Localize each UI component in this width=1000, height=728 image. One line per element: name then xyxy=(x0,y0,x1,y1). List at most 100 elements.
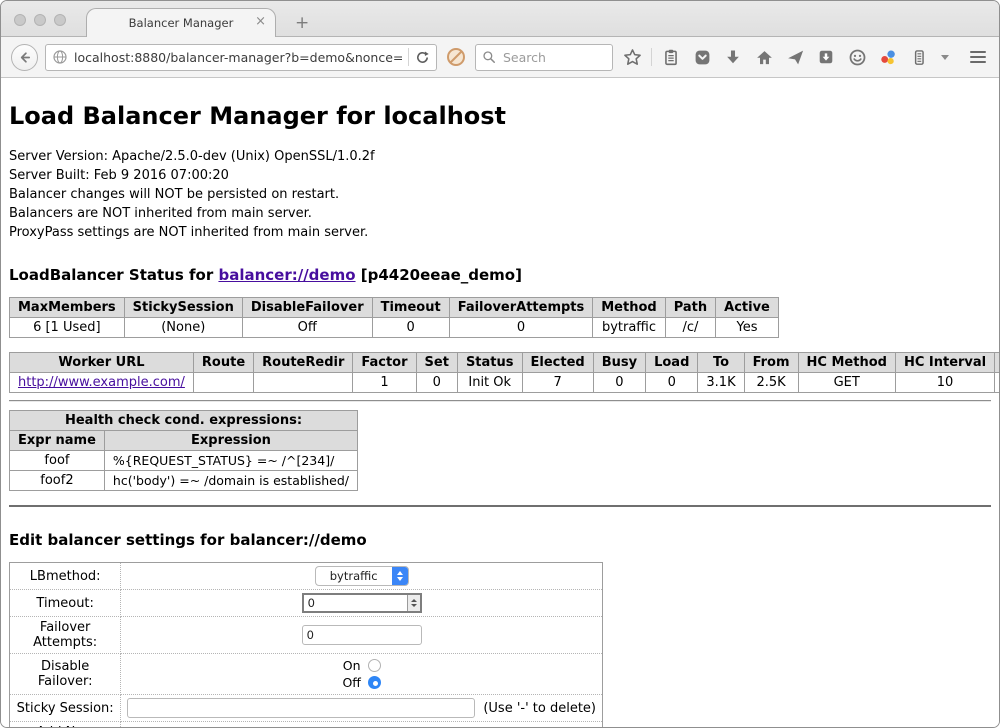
server-info: Server Version: Apache/2.5.0-dev (Unix) … xyxy=(9,147,991,242)
failover-attempts-input[interactable] xyxy=(302,625,422,645)
search-bar[interactable] xyxy=(475,44,613,71)
bookmark-star-icon xyxy=(623,48,642,67)
form-row-disable-failover: Disable Failover: On Off xyxy=(10,654,603,695)
reload-icon[interactable] xyxy=(415,50,430,65)
column-header: StickySession xyxy=(124,298,242,318)
column-header: Path xyxy=(665,298,715,318)
column-header: Busy xyxy=(593,353,645,373)
table-cell: %{REQUEST_STATUS} =~ /^[234]/ xyxy=(104,451,357,471)
radio-off[interactable] xyxy=(368,676,381,689)
column-header: FailoverAttempts xyxy=(449,298,593,318)
lbmethod-select[interactable]: bytraffic xyxy=(315,566,409,586)
table-row: foof2 hc('body') =~ /domain is establish… xyxy=(10,471,358,491)
toolbar-separator xyxy=(651,48,652,66)
battery-status-button[interactable] xyxy=(907,45,931,69)
balancer-status-table: MaxMembers StickySession DisableFailover… xyxy=(9,297,779,338)
failover-attempts-label: Failover Attempts: xyxy=(10,617,121,654)
proxypass-notice-line: ProxyPass settings are NOT inherited fro… xyxy=(9,223,991,242)
content-block-button[interactable] xyxy=(444,45,468,69)
table-row: http://www.example.com/ 1 0 Init Ok 7 0 … xyxy=(10,373,1000,393)
colors-extension-button[interactable] xyxy=(876,45,900,69)
balancer-demo-link[interactable]: balancer://demo xyxy=(218,266,355,284)
failover-attempts-cell xyxy=(121,617,603,654)
worker-status-table: Worker URL Route RouteRedir Factor Set S… xyxy=(9,352,999,393)
window-minimize-button[interactable] xyxy=(34,14,46,26)
radio-on[interactable] xyxy=(368,659,381,672)
worker-url-link[interactable]: http://www.example.com/ xyxy=(18,375,185,390)
table-row: foof %{REQUEST_STATUS} =~ /^[234]/ xyxy=(10,451,358,471)
edit-balancer-heading: Edit balancer settings for balancer://de… xyxy=(9,531,991,549)
lbmethod-cell: bytraffic xyxy=(121,563,603,590)
chevron-down-icon xyxy=(941,55,949,60)
column-header: Load xyxy=(646,353,698,373)
health-check-table: Health check cond. expressions: Expr nam… xyxy=(9,410,358,491)
column-header: Factor xyxy=(353,353,416,373)
search-input[interactable] xyxy=(501,49,591,66)
menu-button[interactable] xyxy=(966,45,990,69)
downloads-button[interactable] xyxy=(721,45,745,69)
back-arrow-icon xyxy=(17,50,32,65)
table-cell: 2.5K xyxy=(744,373,798,393)
table-cell: 0 xyxy=(593,373,645,393)
page-title: Load Balancer Manager for localhost xyxy=(9,102,991,130)
page-content: Load Balancer Manager for localhost Serv… xyxy=(1,78,999,727)
table-cell: GET xyxy=(798,373,895,393)
feedback-button[interactable] xyxy=(845,45,869,69)
divider xyxy=(9,505,991,507)
table-cell: 0 xyxy=(416,373,457,393)
pocket-button[interactable] xyxy=(690,45,714,69)
table-cell xyxy=(254,373,353,393)
tab-title: Balancer Manager xyxy=(129,16,234,30)
sticky-session-input[interactable] xyxy=(127,698,475,718)
form-row-timeout: Timeout: 0 xyxy=(10,590,603,617)
navigation-toolbar: localhost:8880/balancer-manager?b=demo&n… xyxy=(1,37,999,78)
table-cell: 7 xyxy=(522,373,593,393)
number-spinner-icon[interactable] xyxy=(407,595,420,611)
download-arrow-icon xyxy=(724,48,742,66)
window-close-button[interactable] xyxy=(14,14,26,26)
hamburger-menu-icon xyxy=(970,51,986,63)
home-button[interactable] xyxy=(752,45,776,69)
table-cell: (None) xyxy=(124,318,242,338)
tab-close-icon[interactable]: × xyxy=(255,15,266,29)
sticky-session-cell: (Use '-' to delete) xyxy=(121,695,603,722)
url-text[interactable]: localhost:8880/balancer-manager?b=demo&n… xyxy=(74,50,402,65)
table-cell: Yes xyxy=(716,318,779,338)
table-cell: Init Ok xyxy=(457,373,522,393)
worker-url-cell: http://www.example.com/ xyxy=(10,373,194,393)
send-button[interactable] xyxy=(783,45,807,69)
radio-on-label: On xyxy=(343,658,361,673)
bookmark-button[interactable] xyxy=(620,45,644,69)
column-header: From xyxy=(744,353,798,373)
status-heading-suffix: [p4420eeae_demo] xyxy=(356,266,522,284)
url-bar[interactable]: localhost:8880/balancer-manager?b=demo&n… xyxy=(45,44,437,71)
column-header: Status xyxy=(457,353,522,373)
timeout-cell: 0 xyxy=(121,590,603,617)
new-tab-button[interactable]: + xyxy=(289,13,315,33)
tab-balancer-manager[interactable]: Balancer Manager × xyxy=(86,8,276,37)
sticky-session-label: Sticky Session: xyxy=(10,695,121,722)
table-cell: 10 xyxy=(895,373,994,393)
download-panel-button[interactable] xyxy=(814,45,838,69)
block-icon xyxy=(446,47,466,67)
divider xyxy=(9,400,991,402)
globe-icon xyxy=(52,49,68,65)
table-cell: 0 xyxy=(449,318,593,338)
back-button[interactable] xyxy=(11,44,38,71)
form-row-failover-attempts: Failover Attempts: xyxy=(10,617,603,654)
radio-off-row: Off xyxy=(125,674,598,691)
table-cell xyxy=(193,373,253,393)
window-zoom-button[interactable] xyxy=(54,14,66,26)
toolbar-overflow-button[interactable] xyxy=(938,45,952,69)
column-header: Method xyxy=(593,298,665,318)
browser-window: Balancer Manager × + localhost:8880/bala… xyxy=(0,0,1000,728)
inherit-notice-line: Balancers are NOT inherited from main se… xyxy=(9,204,991,223)
home-icon xyxy=(755,48,774,67)
clipboard-button[interactable] xyxy=(659,45,683,69)
timeout-input[interactable]: 0 xyxy=(302,593,422,613)
radio-on-row: On xyxy=(125,657,598,674)
add-worker-label: Add New Worker: xyxy=(10,722,121,728)
search-icon xyxy=(482,50,496,64)
health-table-caption: Health check cond. expressions: xyxy=(10,411,358,431)
column-header: Route xyxy=(193,353,253,373)
